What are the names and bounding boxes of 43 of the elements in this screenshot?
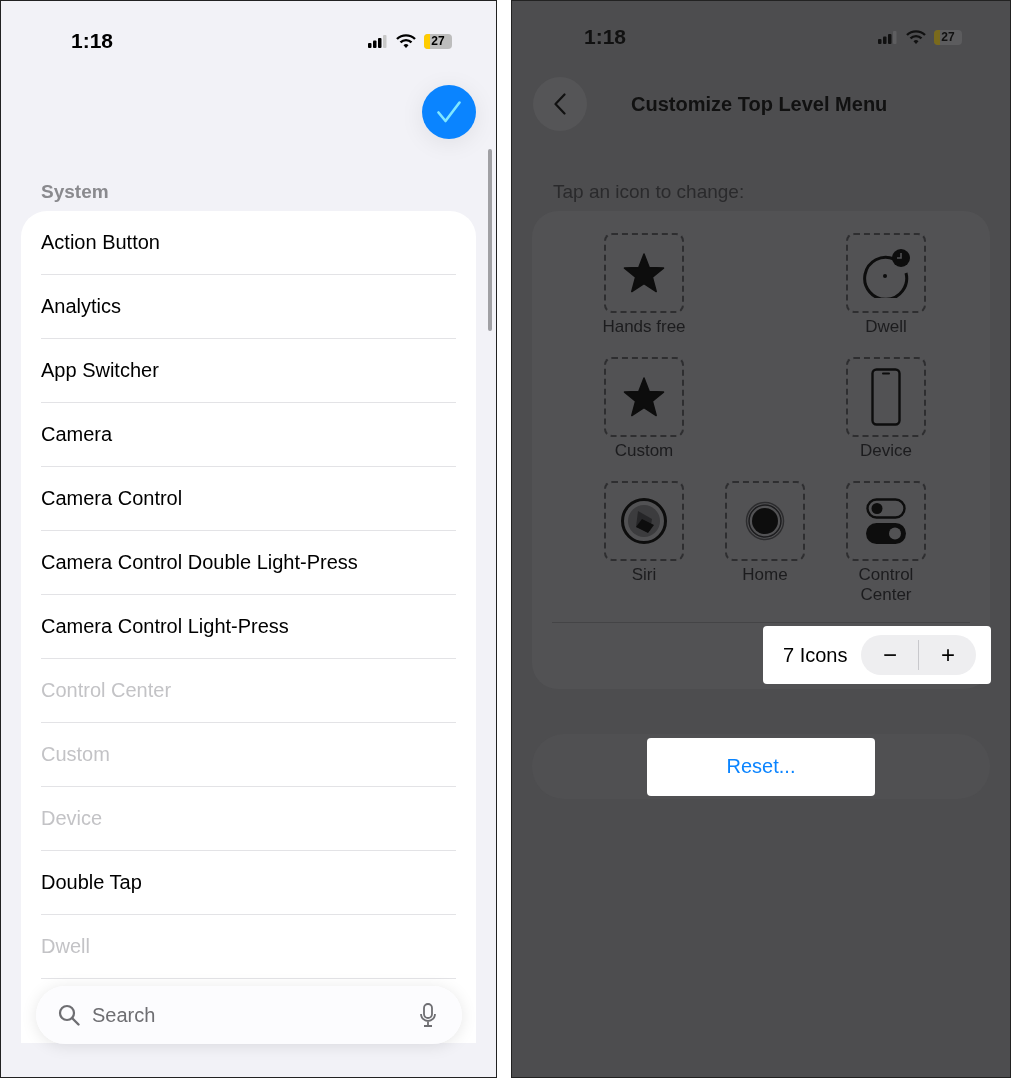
icon-slot[interactable] [846, 481, 926, 561]
section-header: System [40, 180, 110, 204]
decrease-button[interactable]: − [861, 635, 919, 675]
icon-slot[interactable] [604, 233, 684, 313]
search-bar[interactable]: Search [36, 986, 462, 1044]
icon-slot[interactable] [725, 481, 805, 561]
microphone-icon[interactable] [420, 1003, 436, 1027]
dwell-icon [861, 248, 911, 298]
icon-slot[interactable] [604, 357, 684, 437]
list-item[interactable]: Camera Control Light-Press [41, 595, 456, 659]
wifi-icon [396, 34, 416, 48]
done-button[interactable] [422, 85, 476, 139]
status-time: 1:18 [584, 25, 628, 49]
battery-indicator: 27 [424, 33, 452, 49]
siri-icon [620, 497, 668, 545]
star-icon [623, 253, 665, 293]
home-button-icon [745, 501, 785, 541]
list-item[interactable]: Analytics [41, 275, 456, 339]
signal-icon [368, 34, 388, 48]
phone-icon [871, 368, 901, 426]
list-item[interactable]: Double Tap [41, 851, 456, 915]
list-item[interactable]: Action Button [41, 211, 456, 275]
increase-button[interactable]: + [919, 635, 977, 675]
page-title: Customize Top Level Menu [631, 92, 888, 116]
wifi-icon [906, 30, 926, 44]
star-icon [623, 377, 665, 417]
list-item[interactable]: Camera Control Double Light-Press [41, 531, 456, 595]
search-input[interactable]: Search [90, 1002, 410, 1028]
checkmark-icon [437, 101, 461, 123]
status-time: 1:18 [71, 29, 115, 53]
icon-slot[interactable] [604, 481, 684, 561]
reset-button[interactable]: Reset... [647, 737, 875, 796]
signal-icon [878, 30, 898, 44]
list-item[interactable]: Camera Control [41, 467, 456, 531]
battery-indicator: 27 [934, 29, 962, 45]
icon-slot[interactable] [846, 357, 926, 437]
toggles-icon [866, 498, 906, 544]
chevron-left-icon [554, 93, 566, 115]
list-item[interactable]: Camera [41, 403, 456, 467]
search-icon [58, 1004, 80, 1026]
list-item[interactable]: App Switcher [41, 339, 456, 403]
icon-count: 7 Icons [783, 643, 848, 667]
icon-slot[interactable] [846, 233, 926, 313]
